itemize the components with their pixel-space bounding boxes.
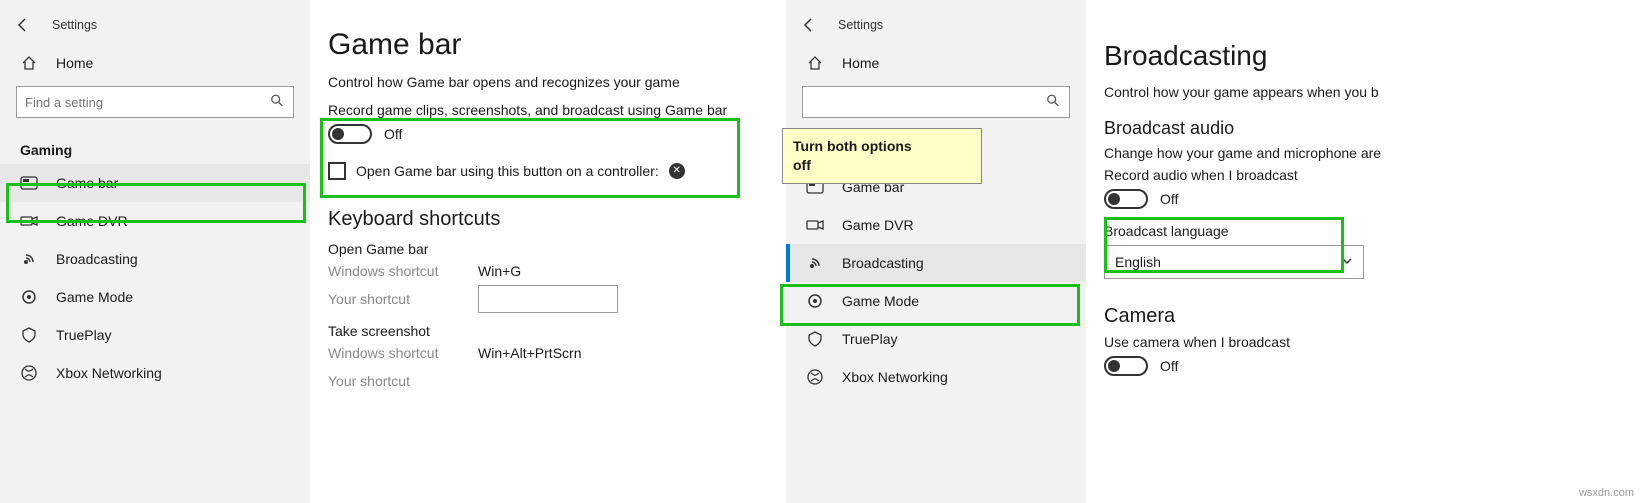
controller-checkbox[interactable] bbox=[328, 162, 346, 180]
image-credit: wsxdn.com bbox=[1579, 487, 1634, 499]
home-link[interactable]: Home bbox=[786, 44, 1086, 82]
search-input[interactable] bbox=[16, 86, 294, 118]
gamemode-icon bbox=[806, 292, 824, 310]
keyboard-shortcuts-heading: Keyboard shortcuts bbox=[328, 208, 770, 231]
right-sidebar: Settings Home Game bar bbox=[786, 0, 1086, 503]
broadcasting-icon bbox=[806, 254, 824, 272]
right-content: Broadcasting Control how your game appea… bbox=[1086, 0, 1406, 503]
window-title: Settings bbox=[838, 18, 883, 32]
shortcut-key-label: Your shortcut bbox=[328, 291, 448, 307]
sidebar-item-label: TruePlay bbox=[56, 327, 112, 343]
language-label: Broadcast language bbox=[1104, 223, 1406, 239]
audio-toggle[interactable] bbox=[1104, 189, 1148, 209]
sidebar-item-label: Game Mode bbox=[842, 293, 919, 309]
shortcut-key-label: Your shortcut bbox=[328, 373, 448, 389]
sidebar-item-gamedvr[interactable]: Game DVR bbox=[786, 206, 1086, 244]
gamedvr-icon bbox=[806, 216, 824, 234]
page-title: Broadcasting bbox=[1104, 40, 1406, 72]
shortcut-value: Win+G bbox=[478, 263, 521, 279]
chevron-down-icon bbox=[1341, 254, 1353, 270]
sidebar-item-trueplay[interactable]: TruePlay bbox=[0, 316, 310, 354]
broadcasting-icon bbox=[20, 250, 38, 268]
shortcut-key-label: Windows shortcut bbox=[328, 345, 448, 361]
toggle-state: Off bbox=[384, 126, 402, 142]
xbox-icon bbox=[806, 368, 824, 386]
home-icon bbox=[806, 54, 824, 72]
sidebar-item-gamebar[interactable]: Game bar bbox=[0, 164, 310, 202]
sidebar-item-label: Xbox Networking bbox=[842, 369, 948, 385]
gamedvr-icon bbox=[20, 212, 38, 230]
left-sidebar: Settings Home Gaming Game bar bbox=[0, 0, 310, 503]
sidebar-item-trueplay[interactable]: TruePlay bbox=[786, 320, 1086, 358]
camera-toggle[interactable] bbox=[1104, 356, 1148, 376]
sidebar-item-label: Game DVR bbox=[56, 213, 128, 229]
shortcut-input[interactable] bbox=[478, 285, 618, 313]
home-icon bbox=[20, 54, 38, 72]
camera-toggle-label: Use camera when I broadcast bbox=[1104, 334, 1406, 350]
sidebar-item-gamemode[interactable]: Game Mode bbox=[786, 282, 1086, 320]
sidebar-item-broadcasting[interactable]: Broadcasting bbox=[786, 244, 1086, 282]
camera-heading: Camera bbox=[1104, 305, 1406, 328]
shortcut-group-title: Open Game bar bbox=[328, 241, 770, 257]
window-title: Settings bbox=[52, 18, 97, 32]
page-subtitle: Control how Game bar opens and recognize… bbox=[328, 74, 770, 90]
shortcut-key-label: Windows shortcut bbox=[328, 263, 448, 279]
xbox-icon bbox=[20, 364, 38, 382]
gamebar-icon bbox=[20, 174, 38, 192]
sidebar-item-label: TruePlay bbox=[842, 331, 898, 347]
sidebar-item-xbox[interactable]: Xbox Networking bbox=[0, 354, 310, 392]
broadcast-audio-desc: Change how your game and microphone are bbox=[1104, 145, 1406, 161]
left-content: Game bar Control how Game bar opens and … bbox=[310, 0, 770, 503]
search-input[interactable] bbox=[802, 86, 1070, 118]
gamebar-toggle[interactable] bbox=[328, 124, 372, 144]
trueplay-icon bbox=[20, 326, 38, 344]
home-link[interactable]: Home bbox=[0, 44, 310, 82]
shortcut-group-title: Take screenshot bbox=[328, 323, 770, 339]
sidebar-item-label: Game DVR bbox=[842, 217, 914, 233]
sidebar-item-label: Game bar bbox=[56, 175, 118, 191]
audio-toggle-label: Record audio when I broadcast bbox=[1104, 167, 1406, 183]
section-title: Gaming bbox=[0, 126, 310, 164]
shortcut-value: Win+Alt+PrtScrn bbox=[478, 345, 581, 361]
sidebar-item-label: Game Mode bbox=[56, 289, 133, 305]
tooltip-callout: Turn both options off bbox=[782, 128, 982, 184]
page-subtitle: Control how your game appears when you b bbox=[1104, 84, 1406, 100]
xbox-button-icon: ✕ bbox=[669, 163, 685, 179]
toggle-state: Off bbox=[1160, 358, 1178, 374]
sidebar-item-label: Xbox Networking bbox=[56, 365, 162, 381]
sidebar-item-gamemode[interactable]: Game Mode bbox=[0, 278, 310, 316]
home-label: Home bbox=[842, 55, 879, 71]
home-label: Home bbox=[56, 55, 93, 71]
language-value: English bbox=[1115, 254, 1161, 270]
gamemode-icon bbox=[20, 288, 38, 306]
page-title: Game bar bbox=[328, 28, 770, 62]
sidebar-item-xbox[interactable]: Xbox Networking bbox=[786, 358, 1086, 396]
checkbox-label: Open Game bar using this button on a con… bbox=[356, 163, 659, 179]
sidebar-item-label: Broadcasting bbox=[842, 255, 924, 271]
toggle-state: Off bbox=[1160, 191, 1178, 207]
back-icon[interactable] bbox=[14, 16, 32, 34]
broadcast-audio-heading: Broadcast audio bbox=[1104, 118, 1406, 139]
trueplay-icon bbox=[806, 330, 824, 348]
sidebar-item-label: Broadcasting bbox=[56, 251, 138, 267]
back-icon[interactable] bbox=[800, 16, 818, 34]
sidebar-item-gamedvr[interactable]: Game DVR bbox=[0, 202, 310, 240]
language-select[interactable]: English bbox=[1104, 245, 1364, 279]
toggle-label: Record game clips, screenshots, and broa… bbox=[328, 102, 770, 118]
sidebar-item-broadcasting[interactable]: Broadcasting bbox=[0, 240, 310, 278]
